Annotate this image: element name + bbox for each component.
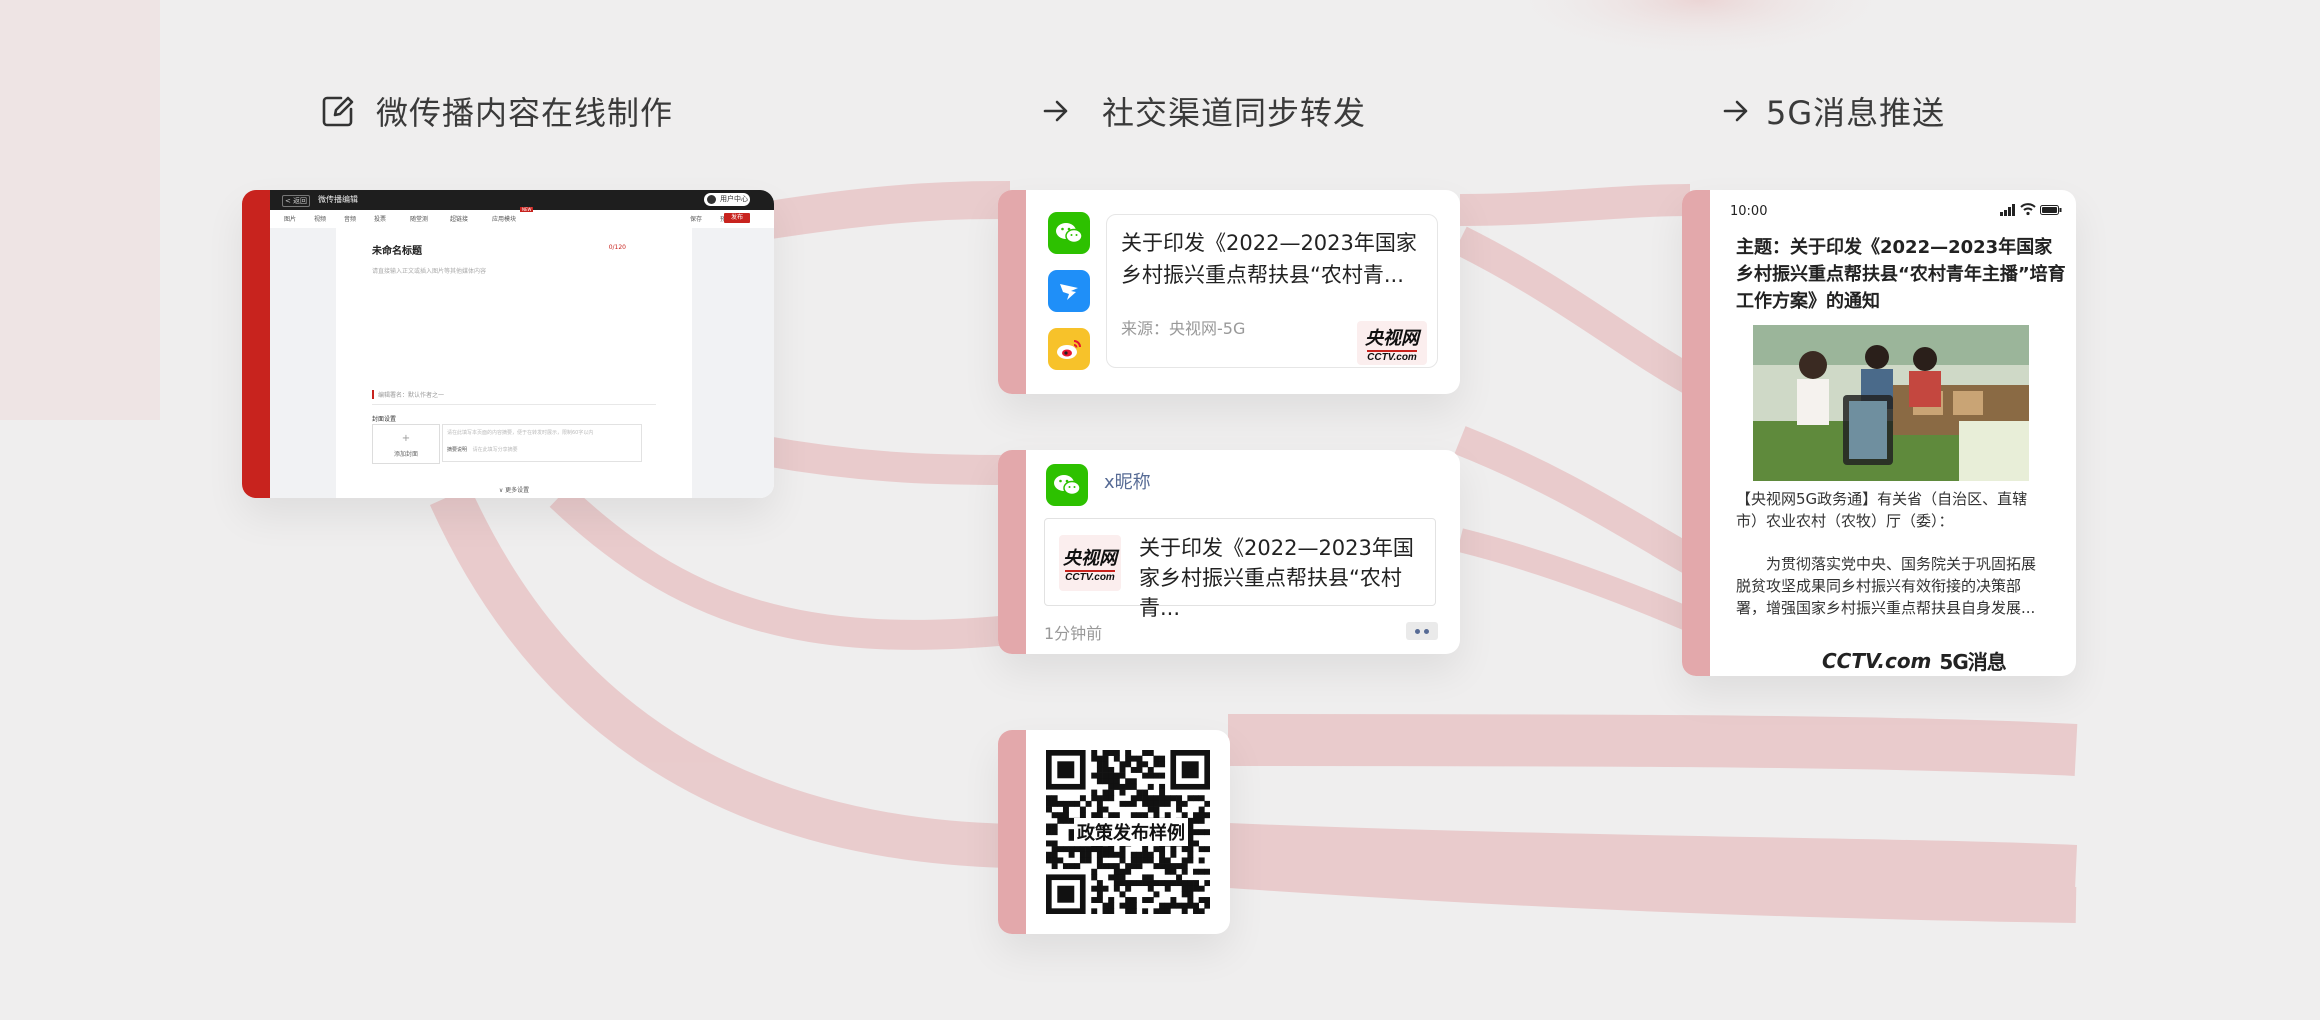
publish-button[interactable]: 发布 (724, 213, 750, 223)
divider (372, 404, 656, 405)
nickname-link[interactable]: x昵称 (1104, 468, 1151, 494)
share-source: 来源：央视网-5G (1121, 319, 1246, 338)
tool-app-module[interactable]: 应用模块 (492, 214, 516, 223)
summary-hint: 请在此填写分享摘要 (472, 447, 518, 453)
5g-message-card: 10:00 主题：关于印发《2022—2023年国家乡村振兴重点帮扶县“农村青年… (1682, 190, 2076, 676)
user-center-button[interactable]: 用户中心 (704, 193, 750, 206)
arrow-right-icon (1036, 91, 1076, 131)
step-label: 社交渠道同步转发 (1102, 94, 1367, 132)
step-label: 5G消息推送 (1766, 94, 1946, 132)
body-editor[interactable]: 请直接输入正文或插入图片等其他媒体内容 (372, 266, 486, 275)
save-button[interactable]: 保存 (690, 214, 702, 223)
message-subject: 主题：关于印发《2022—2023年国家乡村振兴重点帮扶县“农村青年主播”培育工… (1736, 237, 2066, 312)
card-accent-tab (998, 450, 1026, 654)
tool-quiz[interactable]: 随堂测 (410, 214, 428, 223)
card-accent-tab (242, 190, 270, 498)
summary-label: 摘要说明 (447, 447, 468, 453)
plus-icon: + (401, 433, 411, 444)
share-preview[interactable]: 关于印发《2022—2023年国家乡村振兴重点帮扶县“农村青... 来源：央视网… (1106, 214, 1438, 368)
tool-video[interactable]: 视频 (314, 214, 326, 223)
arrow-right-icon (1716, 91, 1756, 131)
news-photo[interactable] (1753, 325, 2029, 481)
message-body-content: 为贯彻落实党中央、国务院关于巩固拓展脱贫攻坚成果同乡村振兴有效衔接的决策部署，增… (1736, 555, 2037, 617)
5g-message-logo: 5G消息 (1939, 650, 2006, 674)
cover-settings-label: 封面设置 (372, 416, 397, 423)
cctv-logo: 央视网 CCTV.com (1357, 321, 1427, 365)
card-accent-tab (998, 730, 1026, 934)
share-title: 关于印发《2022—2023年国家乡村振兴重点帮扶县“农村青... (1121, 231, 1417, 287)
status-bar-time: 10:00 (1730, 204, 1768, 219)
step-online-production: 微传播内容在线制作 (318, 86, 673, 136)
message-body-intro: 【央视网5G政务通】有关省（自治区、直辖市）农业农村（农牧）厅（委）： (1736, 490, 2028, 530)
add-cover-label: 添加封面 (393, 451, 418, 458)
editor-screenshot-card: < 返回 微传播编辑 用户中心 图片 视频 音频 投票 随堂测 超链接 应用模块… (242, 190, 774, 498)
tool-image[interactable]: 图片 (284, 214, 296, 223)
qr-code-card: 政策发布样例 (998, 730, 1230, 934)
editor-page: 未命名标题 0/120 请直接输入正文或插入图片等其他媒体内容 编辑署名：默认作… (336, 228, 692, 498)
wifi-icon (2020, 203, 2036, 216)
battery-icon (2040, 205, 2062, 215)
editor-toolbar: 图片 视频 音频 投票 随堂测 超链接 应用模块 NEW 保存 预览 发布 (270, 207, 774, 229)
edit-icon (318, 91, 358, 131)
cctv-logo: 央视网 CCTV.com (1059, 535, 1121, 591)
cctv-5g-brand: CCTV.com 5G消息 (1822, 646, 2007, 675)
add-cover-button[interactable]: + 添加封面 (372, 424, 440, 464)
wechat-icon[interactable] (1048, 212, 1090, 254)
step-5g-push: 5G消息推送 (1716, 86, 1945, 136)
more-options-button[interactable] (1406, 622, 1438, 640)
step-label: 微传播内容在线制作 (376, 94, 674, 132)
editor-app-title: 微传播编辑 (318, 195, 358, 204)
tool-link[interactable]: 超链接 (450, 214, 468, 223)
dingtalk-icon[interactable] (1048, 270, 1090, 312)
shared-link[interactable]: 央视网 CCTV.com 关于印发《2022—2023年国家乡村振兴重点帮扶县“… (1044, 518, 1436, 620)
cctv-logo: CCTV.com (1822, 648, 1932, 673)
weibo-icon[interactable] (1048, 328, 1090, 370)
wechat-avatar-icon[interactable] (1046, 464, 1088, 506)
summary-textarea[interactable]: 请在此填写本页面的内容摘要，便于在转发时展示，限制60字以内 摘要说明 请在此填… (442, 424, 642, 462)
link-title: 关于印发《2022—2023年国家乡村振兴重点帮扶县“农村青... (1139, 536, 1414, 620)
share-channels-card: 关于印发《2022—2023年国家乡村振兴重点帮扶县“农村青... 来源：央视网… (998, 190, 1460, 394)
back-button[interactable]: < 返回 (282, 195, 310, 207)
qr-label: 政策发布样例 (1074, 818, 1188, 846)
card-accent-tab (998, 190, 1026, 394)
card-accent-tab (1682, 190, 1710, 676)
editor-canvas: 未命名标题 0/120 请直接输入正文或插入图片等其他媒体内容 编辑署名：默认作… (270, 228, 774, 498)
qr-code[interactable]: 政策发布样例 (1046, 750, 1211, 915)
tool-audio[interactable]: 音频 (344, 214, 356, 223)
signal-icon (2000, 204, 2015, 216)
author-field[interactable]: 编辑署名：默认作者之一 (372, 390, 444, 399)
title-char-count: 0/120 (608, 244, 626, 251)
post-time: 1分钟前 (1044, 624, 1103, 643)
tool-vote[interactable]: 投票 (374, 214, 386, 223)
document-title-input[interactable]: 未命名标题 (372, 242, 422, 257)
new-badge: NEW (520, 207, 534, 212)
summary-placeholder: 请在此填写本页面的内容摘要，便于在转发时展示，限制60字以内 (447, 430, 594, 436)
more-settings-button[interactable]: ∨ 更多设置 (336, 485, 692, 494)
step-social-forwarding: 社交渠道同步转发 (1036, 86, 1366, 136)
wechat-moments-card: x昵称 央视网 CCTV.com 关于印发《2022—2023年国家乡村振兴重点… (998, 450, 1460, 654)
